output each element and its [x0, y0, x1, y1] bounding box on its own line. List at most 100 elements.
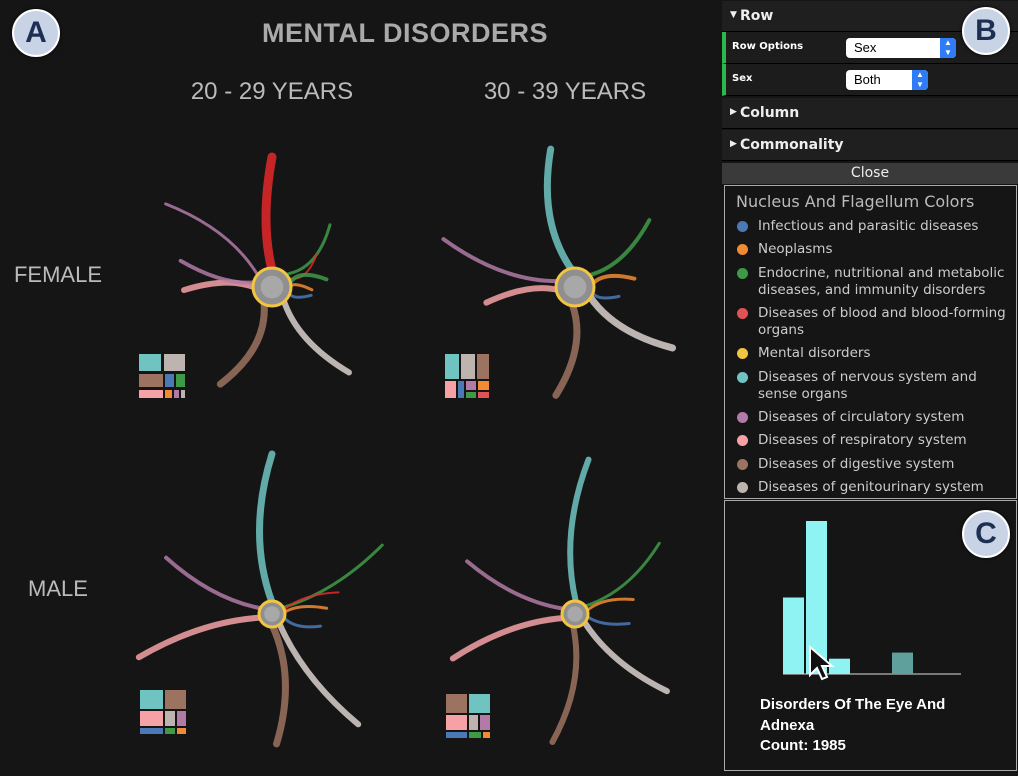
sex-value: Both: [854, 72, 881, 87]
flagellum: [465, 559, 567, 611]
row-options-value: Sex: [854, 40, 877, 55]
treemap-cell: [469, 715, 478, 730]
treemap-cell: [446, 732, 467, 738]
column-header-20-29: 20 - 29 YEARS: [190, 78, 354, 105]
treemap-cell: [466, 381, 476, 390]
flagellum: [282, 223, 332, 276]
treemap-cell: [483, 732, 490, 738]
panel-label-b: B: [962, 7, 1010, 55]
legend-item-label: Diseases of respiratory system: [758, 432, 967, 448]
treemap-cell: [469, 694, 490, 713]
column-accordion-label: Column: [740, 105, 800, 121]
treemap-cell: [445, 354, 459, 379]
treemap-cell: [469, 732, 481, 738]
treemap-cell: [140, 711, 163, 726]
histogram-bar[interactable]: [783, 597, 804, 675]
panel-label-c: C: [962, 510, 1010, 558]
row-header-male: MALE: [28, 576, 88, 601]
legend-item-label: Diseases of digestive system: [758, 456, 955, 472]
flagellum: [584, 597, 635, 613]
treemap-cell: [478, 381, 489, 390]
flagellum: [449, 615, 568, 662]
flagellum: [549, 622, 580, 746]
treemap-cell: [478, 392, 489, 398]
flagellum: [282, 605, 329, 615]
treemap-cell: [165, 690, 186, 709]
treemap-cell: [458, 381, 464, 398]
treemap-cell: [446, 715, 467, 730]
row-options-select[interactable]: Sex ▲ ▼: [846, 38, 956, 58]
treemap-cell: [480, 715, 490, 730]
legend-color-dot: [737, 435, 748, 446]
legend-color-dot: [737, 244, 748, 255]
nucleus-texture: [563, 275, 587, 299]
chart-title: MENTAL DISORDERS: [261, 18, 548, 48]
flagellum: [580, 618, 670, 695]
select-arrows-icon: ▲ ▼: [912, 70, 928, 90]
legend-panel: Nucleus And Flagellum Colors Infectious …: [724, 185, 1017, 499]
nucleus-texture: [567, 606, 583, 622]
legend-item-label: Diseases of genitourinary system: [758, 479, 984, 495]
legend-color-dot: [737, 348, 748, 359]
flagellum: [280, 296, 352, 376]
treemap-cell: [139, 374, 163, 387]
flagellum: [286, 272, 329, 287]
legend-color-dot: [737, 372, 748, 383]
treemap-male-20-29[interactable]: [140, 690, 186, 736]
legend-color-dot: [737, 221, 748, 232]
legend-item-label: Diseases of circulatory system: [758, 409, 965, 425]
flagellum: [585, 614, 631, 626]
legend-color-dot: [737, 412, 748, 423]
treemap-female-20-29[interactable]: [139, 354, 187, 400]
sex-label: Sex: [732, 73, 753, 84]
close-button[interactable]: Close: [722, 163, 1018, 184]
commonality-accordion-header[interactable]: ▶ Commonality: [722, 130, 1018, 161]
flagellum: [582, 541, 661, 608]
flagellum: [280, 543, 384, 610]
flagellum: [287, 289, 313, 299]
app-root: A MENTAL DISORDERS 20 - 29 YEARS 30 - 39…: [0, 0, 1018, 776]
legend-color-dot: [737, 268, 748, 279]
row-accordion-label: Row: [740, 8, 774, 24]
tooltip-category-name: Disorders Of The Eye And Adnexa: [760, 696, 946, 734]
sex-select[interactable]: Both ▲ ▼: [846, 70, 928, 90]
flagellum: [178, 258, 258, 285]
treemap-cell: [176, 374, 185, 387]
treemap-cell: [165, 711, 175, 726]
select-arrows-icon: ▲ ▼: [940, 38, 956, 58]
column-accordion-header[interactable]: ▶ Column: [722, 98, 1018, 129]
legend-item-label: Infectious and parasitic diseases: [758, 218, 979, 234]
column-header-30-39: 30 - 39 YEARS: [483, 78, 647, 105]
treemap-cell: [140, 728, 163, 734]
flagellum: [281, 615, 323, 629]
sex-row: Sex Both ▲ ▼: [722, 64, 1018, 96]
legend-item-label: Endocrine, nutritional and metabolic dis…: [758, 265, 1005, 298]
treemap-cell: [477, 354, 489, 379]
mouse-cursor-icon: [809, 645, 835, 681]
treemap-cell: [140, 690, 163, 709]
flagellum: [164, 202, 261, 278]
row-header-female: FEMALE: [13, 262, 103, 287]
flagellum: [543, 145, 576, 274]
flagellum: [216, 298, 268, 388]
histogram-bar[interactable]: [892, 652, 913, 674]
flagellum: [586, 292, 677, 352]
legend-color-dot: [737, 308, 748, 319]
treemap-cell: [445, 381, 456, 398]
treemap-female-30-39[interactable]: [445, 354, 491, 400]
treemap-cell: [446, 694, 467, 713]
treemap-cell: [177, 728, 186, 734]
treemap-male-30-39[interactable]: [446, 694, 492, 740]
nucleus-texture: [264, 606, 280, 622]
legend-color-dot: [737, 482, 748, 493]
treemap-cell: [165, 728, 175, 734]
treemap-cell: [181, 390, 185, 398]
treemap-cell: [461, 354, 475, 379]
treemap-cell: [139, 390, 163, 398]
flagellum: [483, 285, 562, 306]
flagellum: [135, 614, 264, 661]
legend-item-label: Diseases of nervous system and sense org…: [758, 369, 977, 402]
treemap-cell: [466, 392, 476, 398]
control-panel: ▼ Row Row Options Sex ▲ ▼ Sex Both ▲ ▼ ▶ C…: [722, 0, 1018, 776]
legend-color-dot: [737, 459, 748, 470]
